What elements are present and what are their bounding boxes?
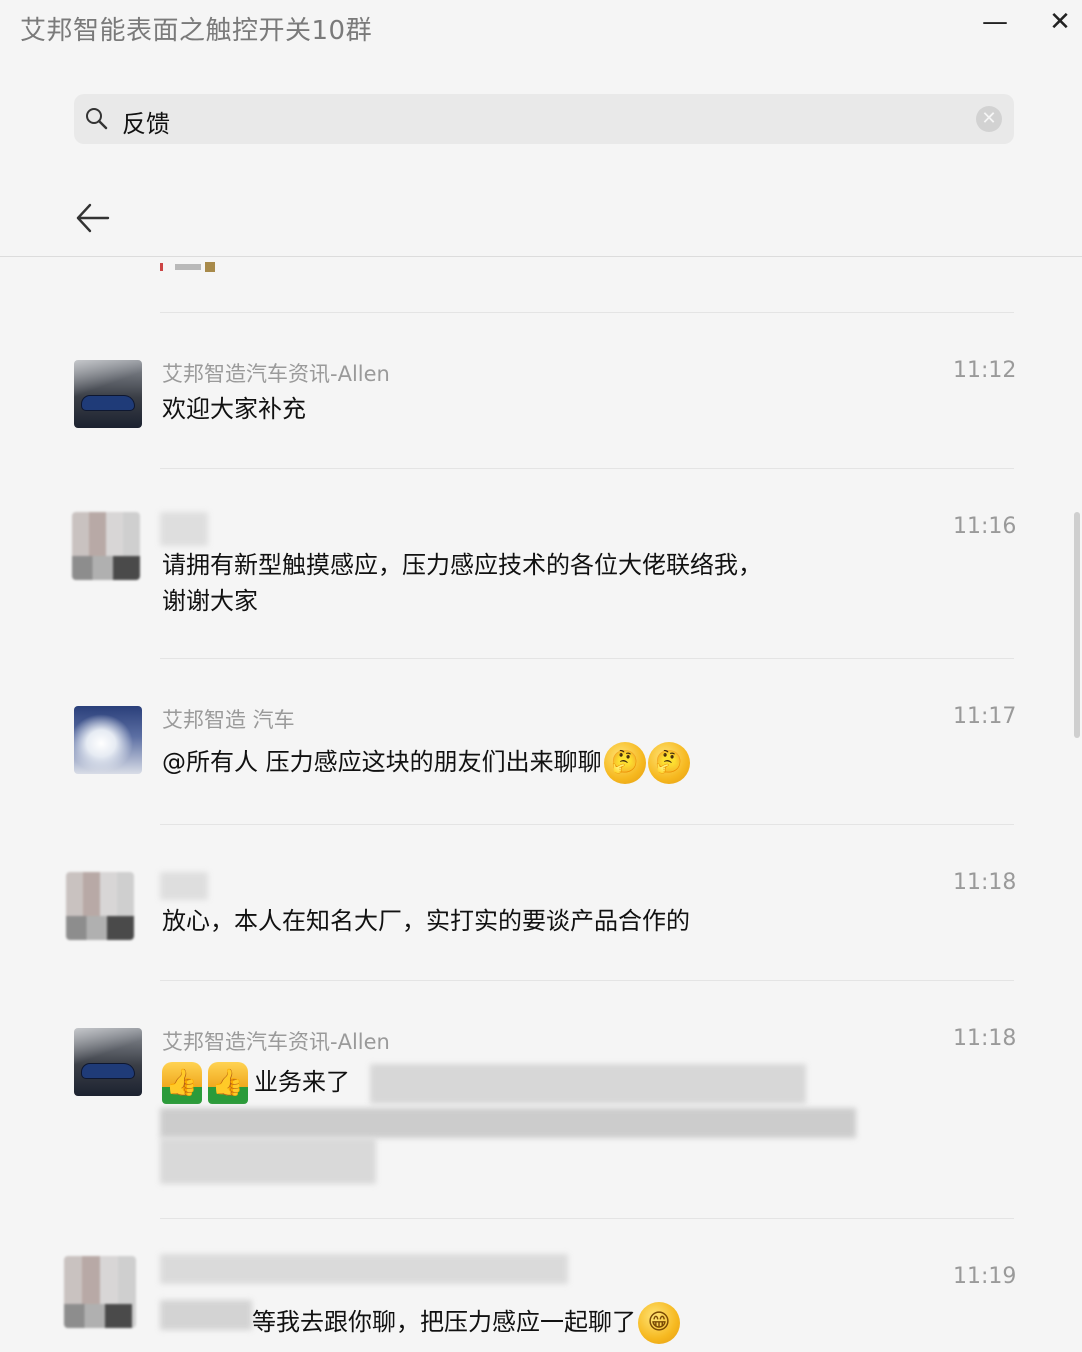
scrollbar[interactable] xyxy=(1074,512,1080,738)
redacted-content xyxy=(370,1064,806,1104)
close-icon: ✕ xyxy=(1049,7,1071,37)
message-time: 11:17 xyxy=(953,704,1017,729)
redacted-content xyxy=(160,1108,856,1138)
message-text-content: 业务来了 xyxy=(254,1068,350,1096)
message-time: 11:12 xyxy=(953,358,1017,383)
search-icon xyxy=(86,108,108,130)
title-bar: 艾邦智能表面之触控开关10群 — ✕ xyxy=(0,0,1082,60)
avatar[interactable] xyxy=(66,872,134,940)
sender-name: 艾邦智造 汽车 xyxy=(162,708,295,732)
sender-name: 艾邦智造汽车资讯-Allen xyxy=(162,362,390,386)
message-time: 11:18 xyxy=(953,1026,1017,1051)
search-bar[interactable]: 反馈 ✕ xyxy=(74,94,1014,144)
header-divider xyxy=(0,256,1082,257)
message-divider xyxy=(160,824,1014,825)
grinning-emoji-icon: 😁 xyxy=(638,1302,680,1344)
message-time: 11:16 xyxy=(953,514,1017,539)
message-text-continued: 谢谢大家 xyxy=(162,587,258,615)
window-title: 艾邦智能表面之触控开关10群 xyxy=(20,16,373,46)
message-text-content: 等我去跟你聊，把压力感应一起聊了 xyxy=(252,1308,636,1336)
message-divider xyxy=(160,1218,1014,1219)
message-time: 11:19 xyxy=(953,1264,1017,1289)
partial-message-preview xyxy=(160,262,215,273)
avatar[interactable] xyxy=(74,1028,142,1096)
close-button[interactable]: ✕ xyxy=(1044,6,1076,38)
avatar[interactable] xyxy=(74,360,142,428)
avatar[interactable] xyxy=(74,706,142,774)
minimize-icon: — xyxy=(982,7,1008,37)
message-divider xyxy=(160,980,1014,981)
message-text: 放心，本人在知名大厂，实打实的要谈产品合作的 xyxy=(162,907,690,935)
message-text: 欢迎大家补充 xyxy=(162,395,306,423)
message-divider xyxy=(160,468,1014,469)
thumbs-up-icon: 👍 xyxy=(208,1062,248,1104)
message-text: @所有人 压力感应这块的朋友们出来聊聊 🤔 🤔 xyxy=(162,742,690,784)
minimize-button[interactable]: — xyxy=(979,6,1011,38)
clear-search-button[interactable]: ✕ xyxy=(976,106,1002,132)
sender-name: 艾邦智造汽车资讯-Allen xyxy=(162,1030,390,1054)
redacted-content xyxy=(160,1300,252,1330)
redacted-sender xyxy=(160,512,208,546)
message-divider xyxy=(160,312,1014,313)
thinking-emoji-icon: 🤔 xyxy=(603,742,646,784)
search-input[interactable]: 反馈 xyxy=(122,104,170,139)
back-arrow-icon[interactable] xyxy=(72,196,116,240)
clear-icon: ✕ xyxy=(981,108,997,129)
message-text: 请拥有新型触摸感应，压力感应技术的各位大佬联络我， xyxy=(162,551,762,579)
message-divider xyxy=(160,658,1014,659)
redacted-content xyxy=(160,1138,376,1184)
message-text: 👍 👍 业务来了 xyxy=(162,1062,350,1104)
message-text-content: @所有人 压力感应这块的朋友们出来聊聊 xyxy=(162,748,602,776)
redacted-sender xyxy=(160,872,208,900)
message-text: 等我去跟你聊，把压力感应一起聊了 😁 xyxy=(252,1302,680,1344)
avatar[interactable] xyxy=(64,1256,136,1328)
redacted-sender xyxy=(160,1254,568,1284)
avatar[interactable] xyxy=(72,512,140,580)
message-time: 11:18 xyxy=(953,870,1017,895)
thumbs-up-icon: 👍 xyxy=(162,1062,202,1104)
thinking-emoji-icon: 🤔 xyxy=(647,742,690,784)
